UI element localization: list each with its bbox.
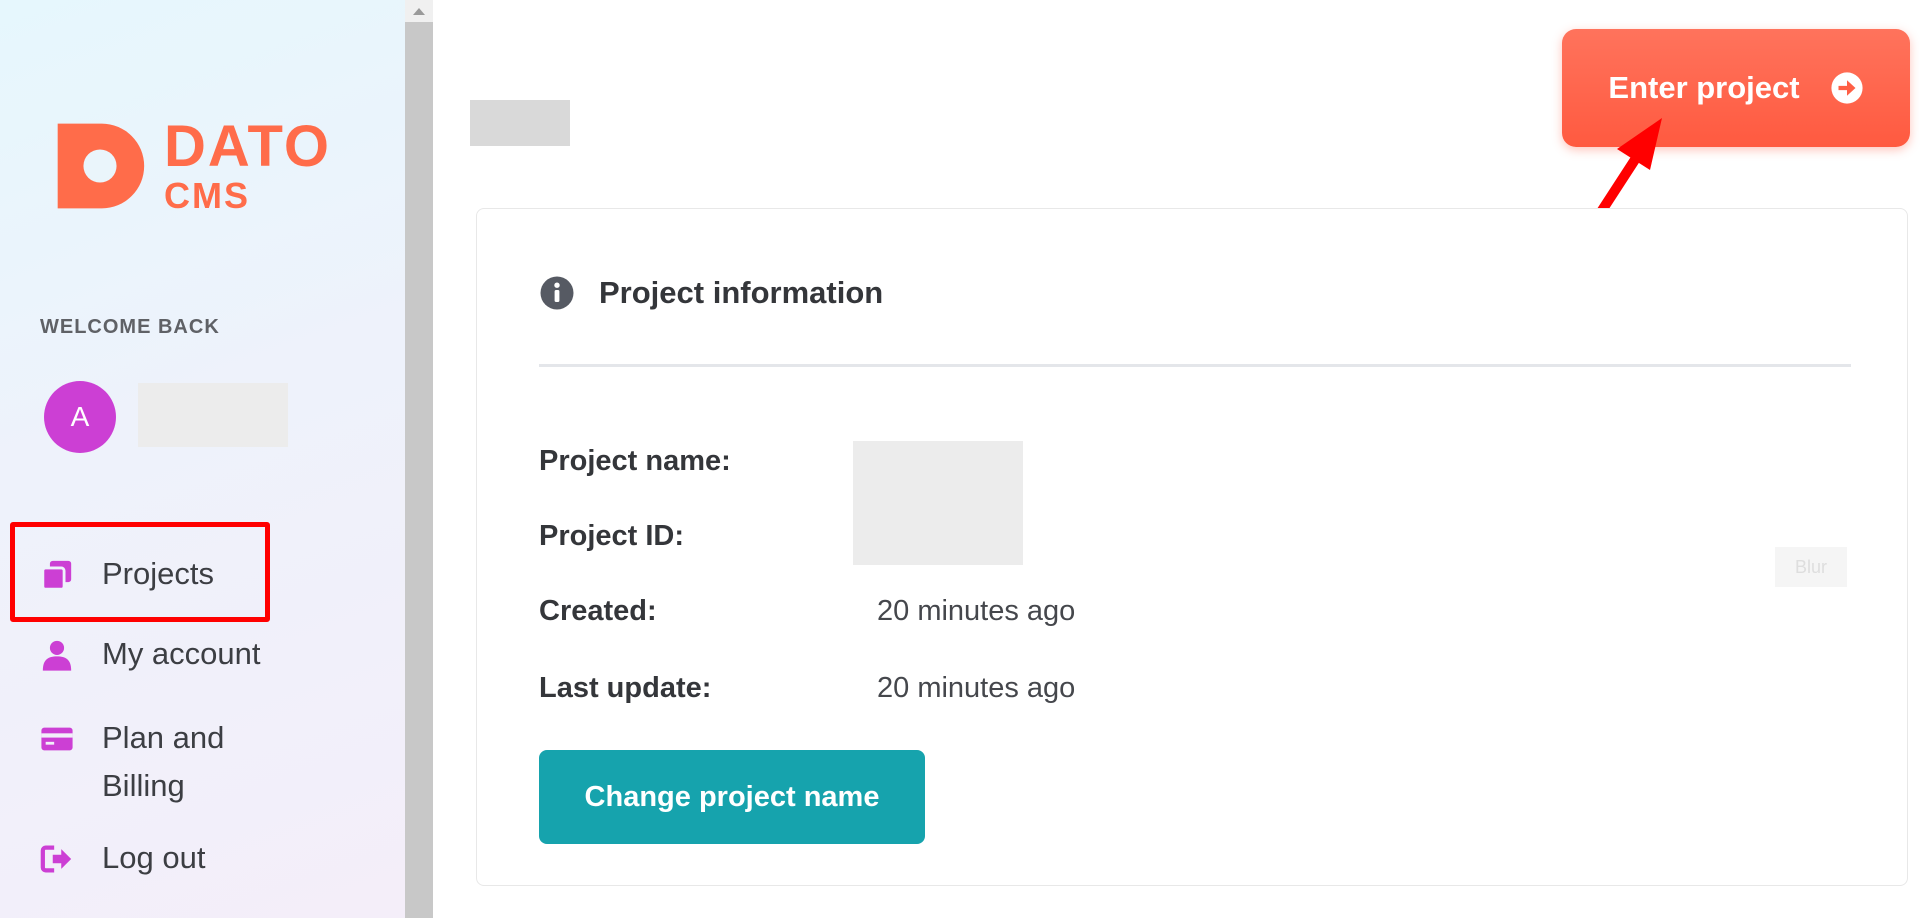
page-title-redacted bbox=[470, 100, 570, 146]
sidebar-item-label: Log out bbox=[102, 840, 206, 875]
change-project-name-button[interactable]: Change project name bbox=[539, 750, 925, 844]
created-label: Created: bbox=[539, 595, 657, 627]
last-update-label: Last update: bbox=[539, 672, 712, 704]
card-divider bbox=[539, 364, 1851, 367]
datocms-logo[interactable]: DATO CMS bbox=[54, 118, 331, 214]
last-update-value: 20 minutes ago bbox=[877, 672, 1076, 704]
welcome-label: WELCOME BACK bbox=[40, 316, 220, 338]
datocms-logo-icon bbox=[57, 123, 145, 209]
card-title: Project information bbox=[599, 275, 884, 310]
sidebar-item-my-account[interactable]: My account bbox=[40, 636, 261, 672]
logo-wordmark: DATO CMS bbox=[164, 118, 331, 214]
project-id-label: Project ID: bbox=[539, 520, 685, 552]
sidebar-item-log-out[interactable]: Log out bbox=[40, 840, 205, 876]
scroll-up-arrow-icon bbox=[413, 7, 425, 15]
project-name-id-redacted bbox=[853, 441, 1023, 565]
info-icon bbox=[540, 276, 574, 310]
sidebar-scrollbar[interactable] bbox=[405, 0, 433, 918]
created-value: 20 minutes ago bbox=[877, 595, 1076, 627]
credit-card-icon bbox=[41, 727, 73, 751]
logo-line-2: CMS bbox=[164, 175, 250, 216]
sidebar: DATO CMS WELCOME BACK A Projects My acco… bbox=[0, 0, 405, 918]
card-header: Project information bbox=[539, 275, 883, 311]
sidebar-item-label: Plan and Billing bbox=[102, 720, 225, 803]
scroll-up-button[interactable] bbox=[405, 0, 433, 22]
projects-highlight-annotation bbox=[10, 522, 270, 622]
blur-tag: Blur bbox=[1775, 547, 1847, 587]
logout-icon bbox=[40, 845, 72, 873]
project-information-card: Project information Project name: Projec… bbox=[476, 208, 1908, 886]
sidebar-item-plan-and-billing[interactable]: Plan and Billing bbox=[40, 714, 290, 810]
arrow-circle-right-icon bbox=[1831, 72, 1863, 104]
username-redacted bbox=[138, 383, 288, 447]
logo-line-1: DATO bbox=[164, 114, 331, 179]
avatar[interactable]: A bbox=[44, 381, 116, 453]
avatar-initial: A bbox=[70, 401, 90, 432]
enter-project-label: Enter project bbox=[1608, 70, 1800, 105]
user-icon bbox=[42, 640, 72, 671]
sidebar-item-label: My account bbox=[102, 636, 261, 671]
project-name-label: Project name: bbox=[539, 445, 731, 477]
